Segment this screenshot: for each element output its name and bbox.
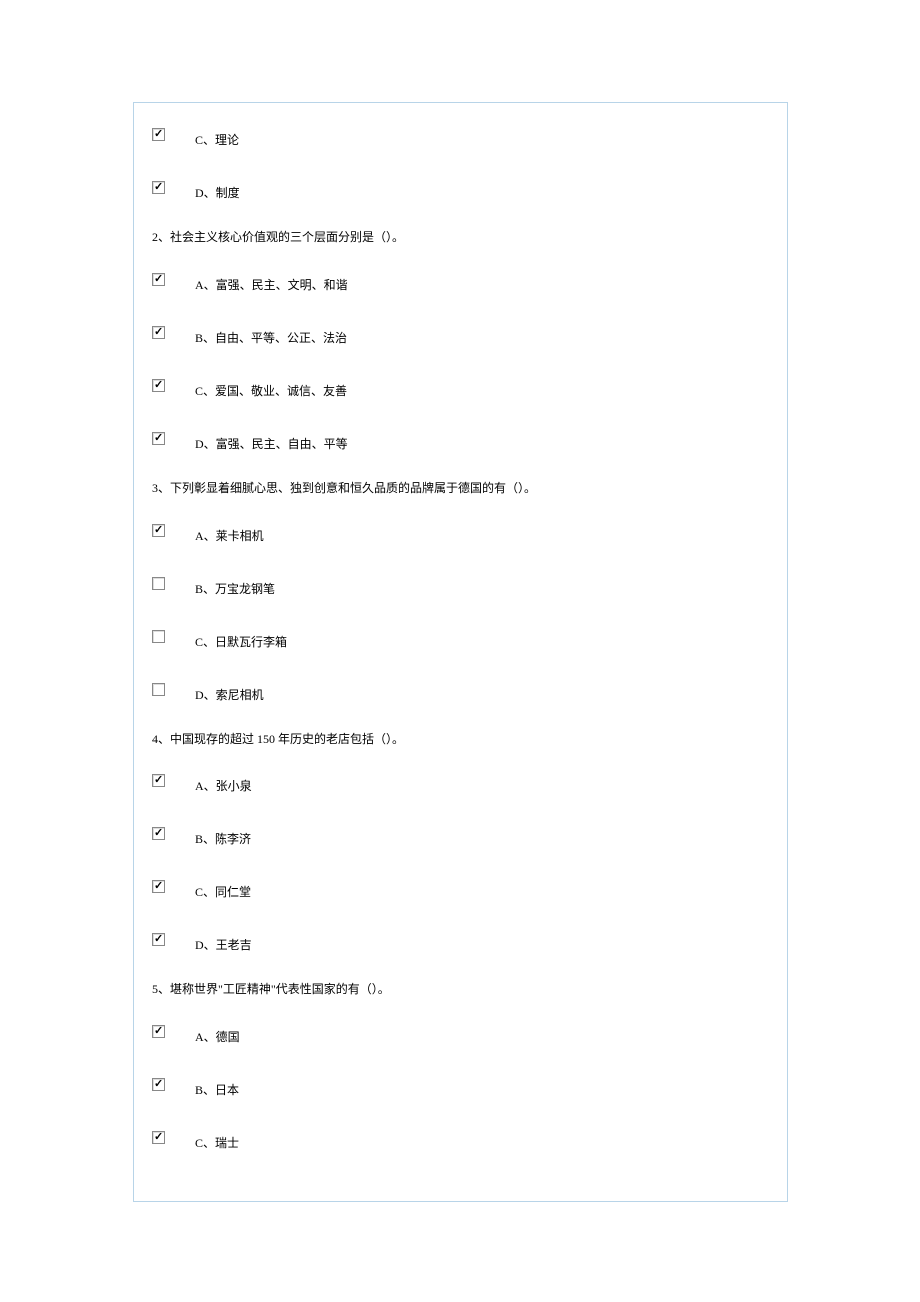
checkbox-icon[interactable] [152, 326, 165, 339]
option-label: A、富强、民主、文明、和谐 [195, 268, 348, 291]
option-label: B、自由、平等、公正、法治 [195, 321, 347, 344]
option-row: B、万宝龙钢笔 [152, 572, 769, 595]
option-row: B、自由、平等、公正、法治 [152, 321, 769, 344]
checkbox-icon[interactable] [152, 880, 165, 893]
checkbox-icon[interactable] [152, 1078, 165, 1091]
checkbox-icon[interactable] [152, 774, 165, 787]
option-label: B、陈李济 [195, 822, 251, 845]
option-label: C、瑞士 [195, 1126, 239, 1149]
option-label: A、张小泉 [195, 769, 252, 792]
option-row: C、瑞士 [152, 1126, 769, 1149]
option-label: B、万宝龙钢笔 [195, 572, 275, 595]
question-text: 3、下列彰显着细腻心思、独到创意和恒久品质的品牌属于德国的有（）。 [152, 480, 769, 497]
option-label: D、制度 [195, 176, 240, 199]
checkbox-icon[interactable] [152, 683, 165, 696]
checkbox-icon[interactable] [152, 630, 165, 643]
option-row: A、张小泉 [152, 769, 769, 792]
option-label: D、王老吉 [195, 928, 252, 951]
quiz-container: C、理论 D、制度 2、社会主义核心价值观的三个层面分别是（）。 A、富强、民主… [133, 102, 788, 1202]
option-row: D、王老吉 [152, 928, 769, 951]
option-row: D、索尼相机 [152, 678, 769, 701]
option-label: D、富强、民主、自由、平等 [195, 427, 348, 450]
option-label: C、日默瓦行李箱 [195, 625, 287, 648]
checkbox-icon[interactable] [152, 933, 165, 946]
checkbox-icon[interactable] [152, 181, 165, 194]
checkbox-icon[interactable] [152, 1025, 165, 1038]
checkbox-icon[interactable] [152, 1131, 165, 1144]
option-row: B、日本 [152, 1073, 769, 1096]
option-label: A、德国 [195, 1020, 240, 1043]
option-row: C、同仁堂 [152, 875, 769, 898]
option-row: A、德国 [152, 1020, 769, 1043]
option-row: D、制度 [152, 176, 769, 199]
checkbox-icon[interactable] [152, 432, 165, 445]
checkbox-icon[interactable] [152, 273, 165, 286]
option-label: C、理论 [195, 123, 239, 146]
option-row: D、富强、民主、自由、平等 [152, 427, 769, 450]
option-row: C、爱国、敬业、诚信、友善 [152, 374, 769, 397]
question-text: 4、中国现存的超过 150 年历史的老店包括（）。 [152, 731, 769, 748]
option-row: C、日默瓦行李箱 [152, 625, 769, 648]
option-row: B、陈李济 [152, 822, 769, 845]
question-text: 2、社会主义核心价值观的三个层面分别是（）。 [152, 229, 769, 246]
checkbox-icon[interactable] [152, 827, 165, 840]
option-label: A、莱卡相机 [195, 519, 264, 542]
checkbox-icon[interactable] [152, 577, 165, 590]
option-label: B、日本 [195, 1073, 239, 1096]
option-label: C、同仁堂 [195, 875, 251, 898]
option-row: A、莱卡相机 [152, 519, 769, 542]
option-row: A、富强、民主、文明、和谐 [152, 268, 769, 291]
question-text: 5、堪称世界"工匠精神"代表性国家的有（）。 [152, 981, 769, 998]
checkbox-icon[interactable] [152, 524, 165, 537]
checkbox-icon[interactable] [152, 379, 165, 392]
option-label: D、索尼相机 [195, 678, 264, 701]
option-label: C、爱国、敬业、诚信、友善 [195, 374, 347, 397]
option-row: C、理论 [152, 123, 769, 146]
checkbox-icon[interactable] [152, 128, 165, 141]
